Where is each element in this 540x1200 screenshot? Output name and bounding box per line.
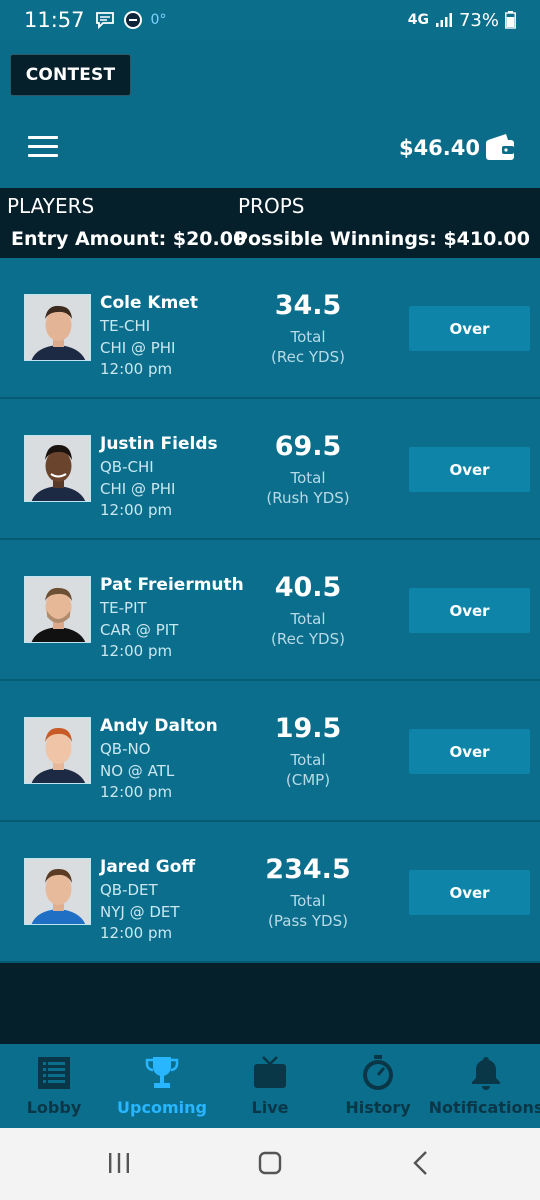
prop-line: 69.5 <box>274 431 342 462</box>
player-matchup: NO @ ATL <box>100 762 175 780</box>
chat-notification-icon <box>95 12 114 29</box>
bell-icon <box>472 1057 500 1090</box>
prop-stat-label: (Pass YDS) <box>268 912 348 930</box>
list-footer-space <box>0 963 540 1044</box>
tv-icon <box>254 1056 286 1088</box>
prop-stat-label: (Rush YDS) <box>266 489 350 507</box>
player-avatar <box>24 858 91 925</box>
prop-total-label: Total <box>290 892 326 910</box>
player-matchup: CAR @ PIT <box>100 621 179 639</box>
trophy-icon <box>145 1057 179 1088</box>
prop-line: 19.5 <box>274 713 342 744</box>
nav-label: Live <box>251 1098 289 1117</box>
hamburger-menu-icon[interactable] <box>28 136 58 158</box>
battery-percent: 73% <box>458 9 499 31</box>
back-icon[interactable] <box>408 1150 434 1176</box>
player-matchup: CHI @ PHI <box>100 480 176 498</box>
prop-stat-label: (Rec YDS) <box>271 630 345 648</box>
pick-row: Cole Kmet TE-CHI CHI @ PHI 12:00 pm 34.5… <box>0 258 540 399</box>
status-temperature: 0° <box>150 12 167 28</box>
player-name: Pat Freiermuth <box>100 575 244 595</box>
nav-label: Upcoming <box>117 1098 207 1117</box>
over-button[interactable]: Over <box>409 447 530 492</box>
players-column-header: PLAYERS <box>7 194 95 218</box>
player-name: Jared Goff <box>100 857 196 877</box>
signal-icon <box>435 13 452 27</box>
prop-line: 234.5 <box>265 854 351 885</box>
status-time: 11:57 <box>24 8 85 32</box>
app-header: CONTEST $46.40 <box>0 40 540 188</box>
nav-live[interactable]: Live <box>216 1054 324 1117</box>
stopwatch-icon <box>363 1055 393 1090</box>
over-button[interactable]: Over <box>409 729 530 774</box>
player-position: TE-CHI <box>100 317 151 335</box>
player-matchup: NYJ @ DET <box>100 903 180 921</box>
game-time: 12:00 pm <box>100 783 173 801</box>
prop-line: 34.5 <box>274 290 342 321</box>
player-avatar <box>24 294 91 361</box>
battery-icon <box>505 11 516 29</box>
entry-amount: Entry Amount: $20.00 <box>11 228 247 250</box>
over-button[interactable]: Over <box>409 588 530 633</box>
game-time: 12:00 pm <box>100 642 173 660</box>
player-name: Justin Fields <box>100 434 218 454</box>
game-time: 12:00 pm <box>100 501 173 519</box>
system-navigation-bar <box>0 1128 540 1200</box>
prop-total-label: Total <box>290 610 326 628</box>
player-position: TE-PIT <box>100 599 147 617</box>
player-avatar <box>24 717 91 784</box>
home-icon[interactable] <box>257 1150 283 1176</box>
nav-notifications[interactable]: Notifications <box>428 1054 540 1117</box>
entry-summary: PLAYERS PROPS Entry Amount: $20.00 Possi… <box>0 188 540 258</box>
player-name: Andy Dalton <box>100 716 218 736</box>
possible-winnings: Possible Winnings: $410.00 <box>234 228 530 250</box>
prop-line: 40.5 <box>274 572 342 603</box>
picks-list: Cole Kmet TE-CHI CHI @ PHI 12:00 pm 34.5… <box>0 258 540 963</box>
nav-label: Lobby <box>26 1098 82 1117</box>
nav-label: Notifications <box>428 1098 540 1117</box>
game-time: 12:00 pm <box>100 924 173 942</box>
player-avatar <box>24 576 91 643</box>
over-button[interactable]: Over <box>409 306 530 351</box>
player-position: QB-CHI <box>100 458 154 476</box>
nav-label: History <box>345 1098 411 1117</box>
nav-history[interactable]: History <box>324 1054 432 1117</box>
nav-upcoming[interactable]: Upcoming <box>108 1054 216 1117</box>
over-button[interactable]: Over <box>409 870 530 915</box>
recent-apps-icon[interactable] <box>106 1150 132 1176</box>
app-badge-icon <box>123 11 142 29</box>
prop-total-label: Total <box>290 328 326 346</box>
wallet-balance: $46.40 <box>398 136 480 160</box>
bottom-nav: Lobby Upcoming Live History Notification… <box>0 1044 540 1128</box>
network-indicator: 4G <box>407 12 429 28</box>
pick-row: Pat Freiermuth TE-PIT CAR @ PIT 12:00 pm… <box>0 540 540 681</box>
status-bar: 11:57 0° 4G 73% <box>0 0 540 40</box>
nav-lobby[interactable]: Lobby <box>0 1054 108 1117</box>
prop-stat-label: (CMP) <box>285 771 331 789</box>
pick-row: Andy Dalton QB-NO NO @ ATL 12:00 pm 19.5… <box>0 681 540 822</box>
pick-row: Jared Goff QB-DET NYJ @ DET 12:00 pm 234… <box>0 822 540 963</box>
player-name: Cole Kmet <box>100 293 198 313</box>
player-matchup: CHI @ PHI <box>100 339 176 357</box>
prop-total-label: Total <box>290 751 326 769</box>
player-avatar <box>24 435 91 502</box>
player-position: QB-DET <box>100 881 158 899</box>
props-column-header: PROPS <box>238 194 305 218</box>
prop-total-label: Total <box>290 469 326 487</box>
wallet-icon[interactable] <box>484 132 516 162</box>
pick-row: Justin Fields QB-CHI CHI @ PHI 12:00 pm … <box>0 399 540 540</box>
player-position: QB-NO <box>100 740 151 758</box>
lobby-list-icon <box>38 1057 70 1089</box>
game-time: 12:00 pm <box>100 360 173 378</box>
contest-button[interactable]: CONTEST <box>10 54 131 96</box>
prop-stat-label: (Rec YDS) <box>271 348 345 366</box>
